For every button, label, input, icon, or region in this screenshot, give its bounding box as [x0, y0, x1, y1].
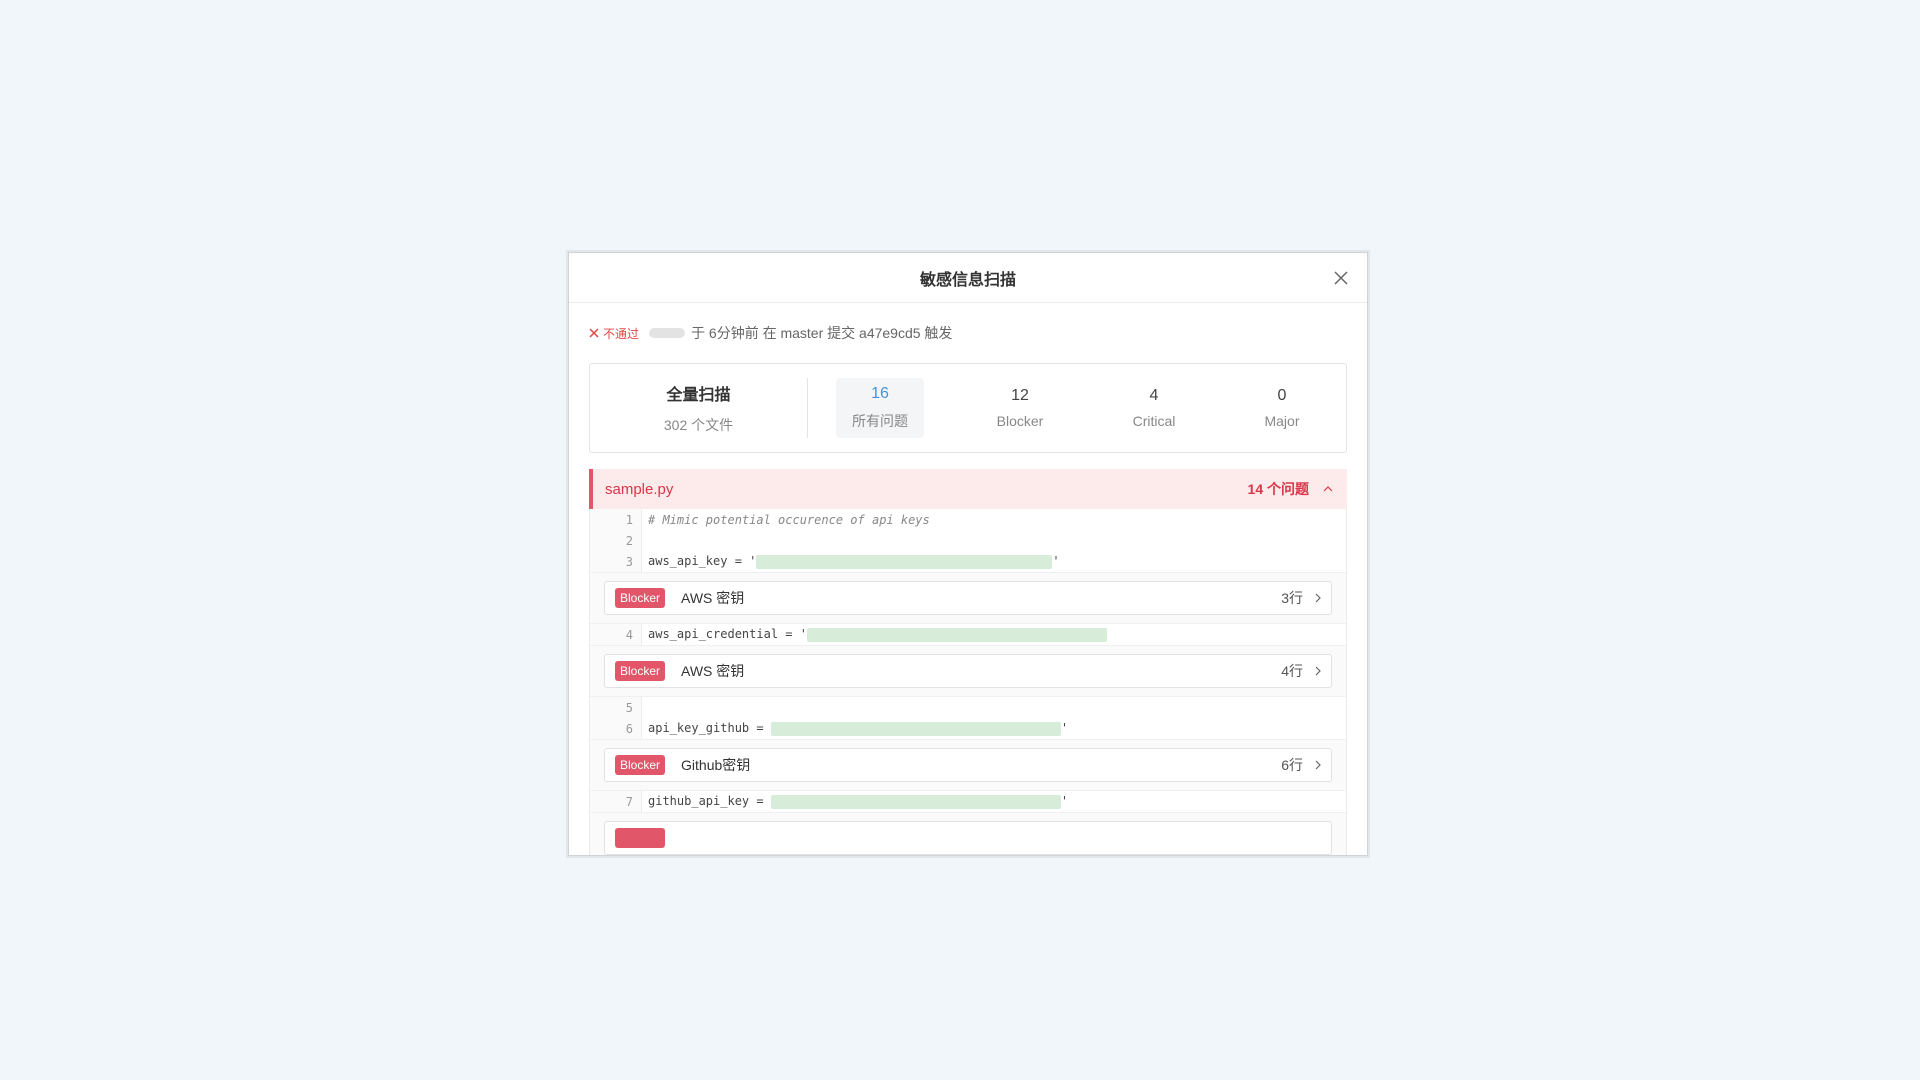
- stat-blocker-label: Blocker: [996, 413, 1044, 429]
- code-text-value: github_api_key =: [648, 794, 771, 809]
- chevron-right-icon: [1315, 666, 1321, 676]
- code-line: 5: [590, 697, 1346, 718]
- line-number: 7: [590, 791, 642, 812]
- stat-critical-label: Critical: [1132, 413, 1176, 429]
- code-line: 4 aws_api_credential = ': [590, 624, 1346, 645]
- code-line: 1 # Mimic potential occurence of api key…: [590, 509, 1346, 530]
- chevron-right-icon: [1315, 760, 1321, 770]
- severity-tag: Blocker: [615, 755, 666, 775]
- modal-title: 敏感信息扫描: [919, 271, 1016, 289]
- issue-name: Github密钥: [681, 757, 751, 773]
- stat-critical-num: 4: [1149, 387, 1159, 404]
- code-text: aws_api_credential = ': [642, 627, 1107, 642]
- issue-row-wrap: Blocker AWS 密钥 3行: [590, 572, 1346, 624]
- stat-blocker[interactable]: 12 Blocker: [976, 378, 1064, 438]
- scan-modal: 敏感信息扫描 不通过 于 6分钟前 在 master 提交 a47e9cd5 触…: [568, 252, 1368, 856]
- code-line: 7 github_api_key = ': [590, 791, 1346, 812]
- code-text: api_key_github = ': [648, 721, 1069, 736]
- severity-tag: Blocker: [615, 661, 666, 681]
- file-header[interactable]: sample.py 14 个问题: [589, 469, 1347, 509]
- line-number: 3: [590, 551, 642, 572]
- close-icon: [1334, 271, 1348, 285]
- stat-major-label: Major: [1264, 413, 1300, 429]
- code-line: 6 api_key_github = ': [590, 718, 1346, 739]
- summary-title: 全量扫描: [666, 387, 731, 404]
- scan-summary: 全量扫描 302 个文件 16 所有问题 12 Blocker 4 Critic…: [589, 363, 1347, 453]
- fail-x-icon: [589, 328, 599, 338]
- code-view: 1 # Mimic potential occurence of api key…: [589, 509, 1347, 855]
- issue-row-wrap: Blocker AWS 密钥 4行: [590, 645, 1346, 697]
- issue-line: 6行: [1281, 757, 1303, 773]
- redacted-secret: [770, 794, 1061, 809]
- line-number: 2: [590, 530, 642, 551]
- code-text-value: api_key_github =: [648, 721, 771, 736]
- status-badge: 不通过: [589, 325, 639, 342]
- issue-row-wrap: Blocker Github密钥 6行: [590, 739, 1346, 791]
- stat-blocker-num: 12: [1011, 387, 1029, 404]
- stat-critical[interactable]: 4 Critical: [1110, 378, 1198, 438]
- line-number: 4: [590, 624, 642, 645]
- stat-major-num: 0: [1277, 387, 1287, 404]
- summary-files: 302 个文件: [663, 417, 734, 433]
- issue-row[interactable]: Blocker Github密钥 6行: [604, 748, 1332, 782]
- code-line: 2: [590, 530, 1346, 551]
- severity-tag: Blocker: [615, 828, 666, 848]
- code-text-value: aws_api_credential = ': [648, 627, 807, 642]
- issue-row[interactable]: Blocker: [604, 821, 1332, 855]
- user-name-redacted: [649, 328, 686, 338]
- status-line: 不通过 于 6分钟前 在 master 提交 a47e9cd5 触发: [589, 303, 1347, 363]
- close-button[interactable]: [1331, 268, 1351, 288]
- summary-scope: 全量扫描 302 个文件: [590, 378, 808, 438]
- issue-name: AWS 密钥: [681, 590, 745, 606]
- chevron-right-icon: [1315, 593, 1321, 603]
- code-text: aws_api_key = ' ': [648, 554, 1060, 569]
- issue-row[interactable]: Blocker AWS 密钥 4行: [604, 654, 1332, 688]
- file-issue-count: 14 个问题: [1248, 479, 1333, 499]
- modal-header: 敏感信息扫描: [569, 253, 1367, 303]
- code-text: # Mimic potential occurence of api keys: [648, 512, 930, 527]
- chevron-up-icon[interactable]: [1323, 486, 1333, 492]
- code-text-value: aws_api_key = ': [648, 554, 757, 569]
- status-text: 于 6分钟前 在 master 提交 a47e9cd5 触发: [691, 325, 953, 341]
- file-name: sample.py: [605, 480, 674, 498]
- redacted-secret: [770, 721, 1061, 736]
- code-text: github_api_key = ': [648, 794, 1069, 809]
- redacted-secret: [806, 627, 1107, 642]
- issue-line: 4行: [1281, 663, 1303, 679]
- issue-line: 3行: [1281, 590, 1303, 606]
- line-number: 1: [590, 509, 642, 530]
- line-number: 6: [590, 718, 642, 739]
- issue-name: AWS 密钥: [681, 663, 745, 679]
- stat-all-num: 16: [871, 385, 889, 402]
- issue-row[interactable]: Blocker AWS 密钥 3行: [604, 581, 1332, 615]
- severity-tag: Blocker: [615, 588, 666, 608]
- redacted-secret: [756, 554, 1053, 569]
- line-number: 5: [590, 697, 642, 718]
- issue-row-wrap-partial: Blocker: [590, 812, 1346, 855]
- file-issue-count-label: 14 个问题: [1247, 481, 1309, 497]
- stat-all-label: 所有问题: [852, 413, 908, 429]
- code-line: 3 aws_api_key = ' ': [590, 551, 1346, 572]
- stat-major[interactable]: 0 Major: [1238, 378, 1326, 438]
- status-badge-label: 不通过: [603, 326, 640, 341]
- stat-all[interactable]: 16 所有问题: [836, 378, 924, 438]
